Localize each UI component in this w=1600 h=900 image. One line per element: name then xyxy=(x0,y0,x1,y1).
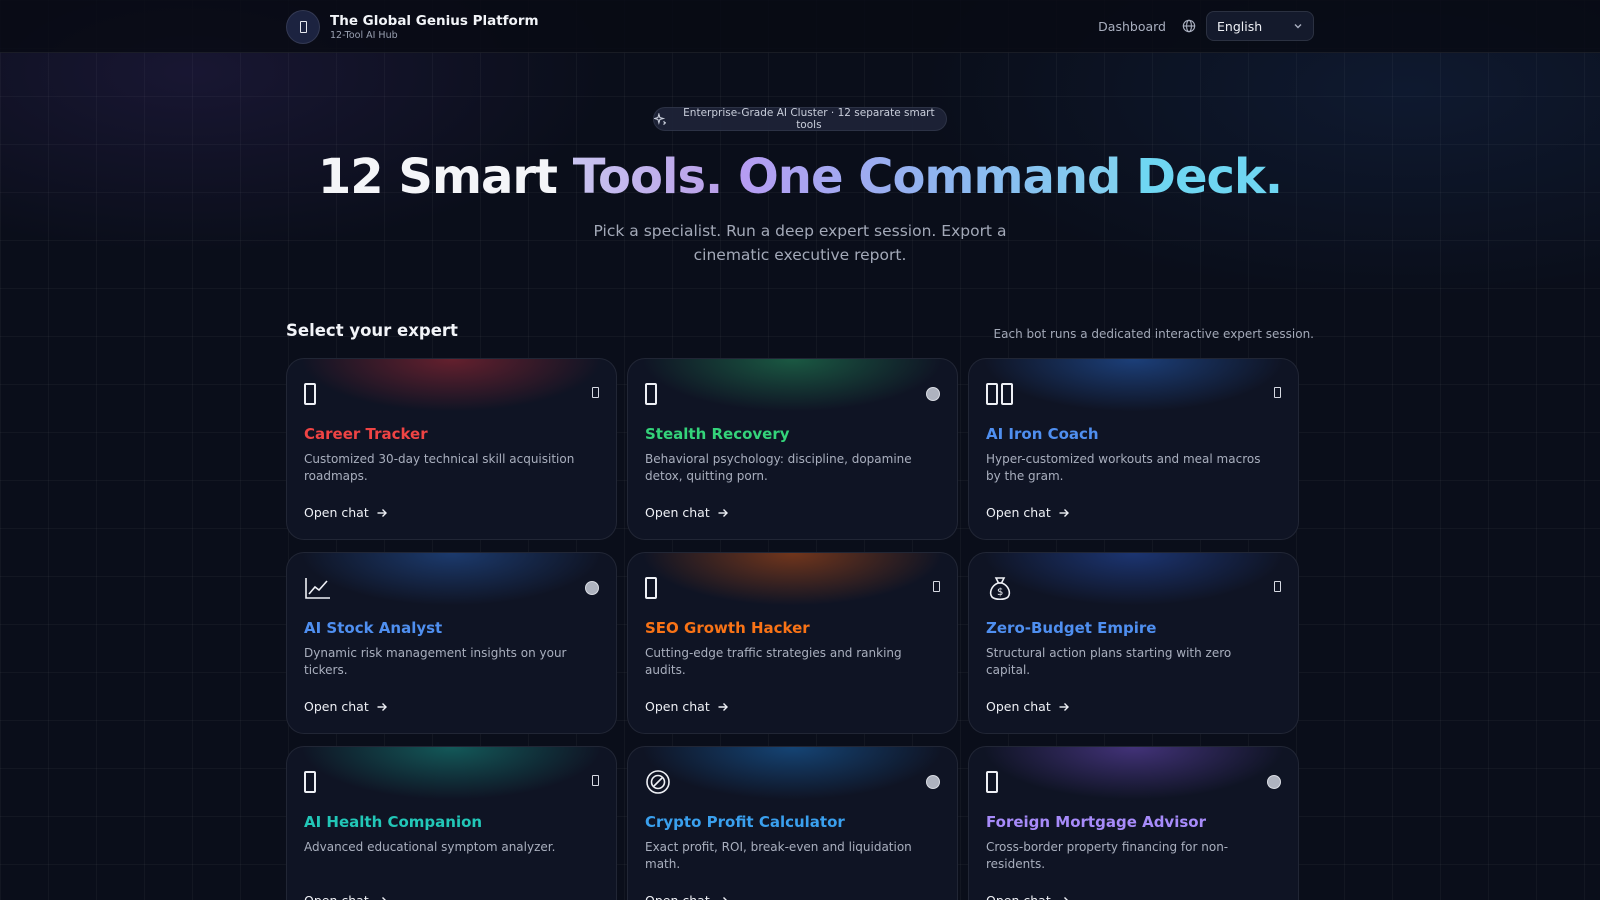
card-title: Career Tracker xyxy=(304,425,428,443)
headline-part-4: Deck. xyxy=(1136,149,1283,205)
card-title: Zero-Budget Empire xyxy=(986,619,1157,637)
top-bar: The Global Genius Platform 12-Tool AI Hu… xyxy=(0,0,1600,53)
arrow-right-icon xyxy=(377,702,387,711)
shield-icon xyxy=(645,381,657,407)
expert-card[interactable]: Stealth Recovery Behavioral psychology: d… xyxy=(627,358,958,540)
card-title: AI Stock Analyst xyxy=(304,619,443,637)
hero-subtitle: Pick a specialist. Run a deep expert ses… xyxy=(593,222,1007,264)
sparkle-icon xyxy=(654,113,666,125)
card-description: Customized 30-day technical skill acquis… xyxy=(304,452,575,483)
arrow-right-icon xyxy=(1059,508,1069,517)
rocket-icon xyxy=(645,575,657,601)
open-chat-button[interactable]: Open chat xyxy=(986,893,1070,900)
house-icon xyxy=(986,769,998,795)
hero-badge-text: Enterprise-Grade AI Cluster · 12 separat… xyxy=(683,107,935,131)
dumbbell-icon xyxy=(986,381,1013,407)
status-dot xyxy=(926,387,940,401)
bookmark-icon xyxy=(592,775,599,786)
expert-card[interactable]: $ Zero-Budget Empire Structural action pla… xyxy=(968,552,1299,734)
arrow-right-icon xyxy=(718,508,728,517)
open-chat-button[interactable]: Open chat xyxy=(304,505,388,520)
headline-part-2: Tools. xyxy=(572,149,738,205)
section-title: Select your expert xyxy=(286,321,458,340)
brand[interactable]: The Global Genius Platform 12-Tool AI Hu… xyxy=(286,10,539,44)
bookmark-icon xyxy=(1274,387,1281,398)
expert-card[interactable]: Career Tracker Customized 30-day technica… xyxy=(286,358,617,540)
card-title: Crypto Profit Calculator xyxy=(645,813,845,831)
open-chat-label: Open chat xyxy=(645,893,710,900)
language-select[interactable]: English xyxy=(1206,11,1314,41)
chart-icon xyxy=(304,575,332,601)
status-dot xyxy=(585,581,599,595)
card-description: Cutting-edge traffic strategies and rank… xyxy=(645,646,902,677)
headline-part-3: One Command xyxy=(737,149,1137,205)
card-title: AI Health Companion xyxy=(304,813,483,831)
bookmark-icon xyxy=(1274,581,1281,592)
app-logo-icon xyxy=(286,10,320,44)
open-chat-label: Open chat xyxy=(986,893,1051,900)
open-chat-label: Open chat xyxy=(304,505,369,520)
brand-subtitle: 12-Tool AI Hub xyxy=(330,30,398,42)
expert-card[interactable]: AI Iron Coach Hyper-customized workouts a… xyxy=(968,358,1299,540)
section-note: Each bot runs a dedicated interactive ex… xyxy=(993,327,1314,341)
open-chat-button[interactable]: Open chat xyxy=(645,699,729,714)
open-chat-label: Open chat xyxy=(986,505,1051,520)
status-dot xyxy=(926,775,940,789)
expert-card[interactable]: SEO Growth Hacker Cutting-edge traffic st… xyxy=(627,552,958,734)
card-description: Behavioral psychology: discipline, dopam… xyxy=(645,452,912,483)
svg-text:$: $ xyxy=(997,587,1003,598)
status-dot xyxy=(1267,775,1281,789)
dashboard-link[interactable]: Dashboard xyxy=(1098,19,1166,34)
expert-card[interactable]: AI Stock Analyst Dynamic risk management … xyxy=(286,552,617,734)
coin-icon xyxy=(645,769,671,795)
card-description: Cross-border property financing for non-… xyxy=(986,840,1229,871)
page-headline: 12 Smart Tools. One Command Deck. xyxy=(0,149,1600,205)
money-bag-icon: $ xyxy=(986,575,1014,601)
card-description: Advanced educational symptom analyzer. xyxy=(304,840,556,854)
arrow-right-icon xyxy=(1059,896,1069,900)
arrow-right-icon xyxy=(377,896,387,900)
headline-part-1: 12 Smart xyxy=(317,149,573,205)
open-chat-label: Open chat xyxy=(986,699,1051,714)
badge-icon xyxy=(304,381,316,407)
chevron-down-icon xyxy=(1294,24,1302,29)
globe-icon xyxy=(1182,19,1196,33)
open-chat-button[interactable]: Open chat xyxy=(304,699,388,714)
bookmark-icon xyxy=(933,581,940,592)
arrow-right-icon xyxy=(718,702,728,711)
card-title: Foreign Mortgage Advisor xyxy=(986,813,1206,831)
card-title: AI Iron Coach xyxy=(986,425,1099,443)
bookmark-icon xyxy=(592,387,599,398)
brand-title: The Global Genius Platform xyxy=(330,12,539,29)
open-chat-label: Open chat xyxy=(304,699,369,714)
open-chat-label: Open chat xyxy=(645,699,710,714)
open-chat-label: Open chat xyxy=(645,505,710,520)
open-chat-button[interactable]: Open chat xyxy=(304,893,388,900)
card-description: Hyper-customized workouts and meal macro… xyxy=(986,452,1261,483)
expert-card[interactable]: Crypto Profit Calculator Exact profit, RO… xyxy=(627,746,958,900)
arrow-right-icon xyxy=(1059,702,1069,711)
card-title: SEO Growth Hacker xyxy=(645,619,810,637)
card-description: Dynamic risk management insights on your… xyxy=(304,646,567,677)
open-chat-button[interactable]: Open chat xyxy=(645,505,729,520)
card-description: Exact profit, ROI, break-even and liquid… xyxy=(645,840,912,871)
expert-card[interactable]: AI Health Companion Advanced educational … xyxy=(286,746,617,900)
header-nav: Dashboard English xyxy=(1098,11,1314,41)
card-description: Structural action plans starting with ze… xyxy=(986,646,1232,677)
hero-badge: Enterprise-Grade AI Cluster · 12 separat… xyxy=(653,107,947,131)
expert-card[interactable]: Foreign Mortgage Advisor Cross-border pro… xyxy=(968,746,1299,900)
open-chat-button[interactable]: Open chat xyxy=(645,893,729,900)
arrow-right-icon xyxy=(718,896,728,900)
open-chat-label: Open chat xyxy=(304,893,369,900)
card-title: Stealth Recovery xyxy=(645,425,790,443)
language-value: English xyxy=(1217,18,1263,34)
open-chat-button[interactable]: Open chat xyxy=(986,505,1070,520)
arrow-right-icon xyxy=(377,508,387,517)
stethoscope-icon xyxy=(304,769,316,795)
open-chat-button[interactable]: Open chat xyxy=(986,699,1070,714)
